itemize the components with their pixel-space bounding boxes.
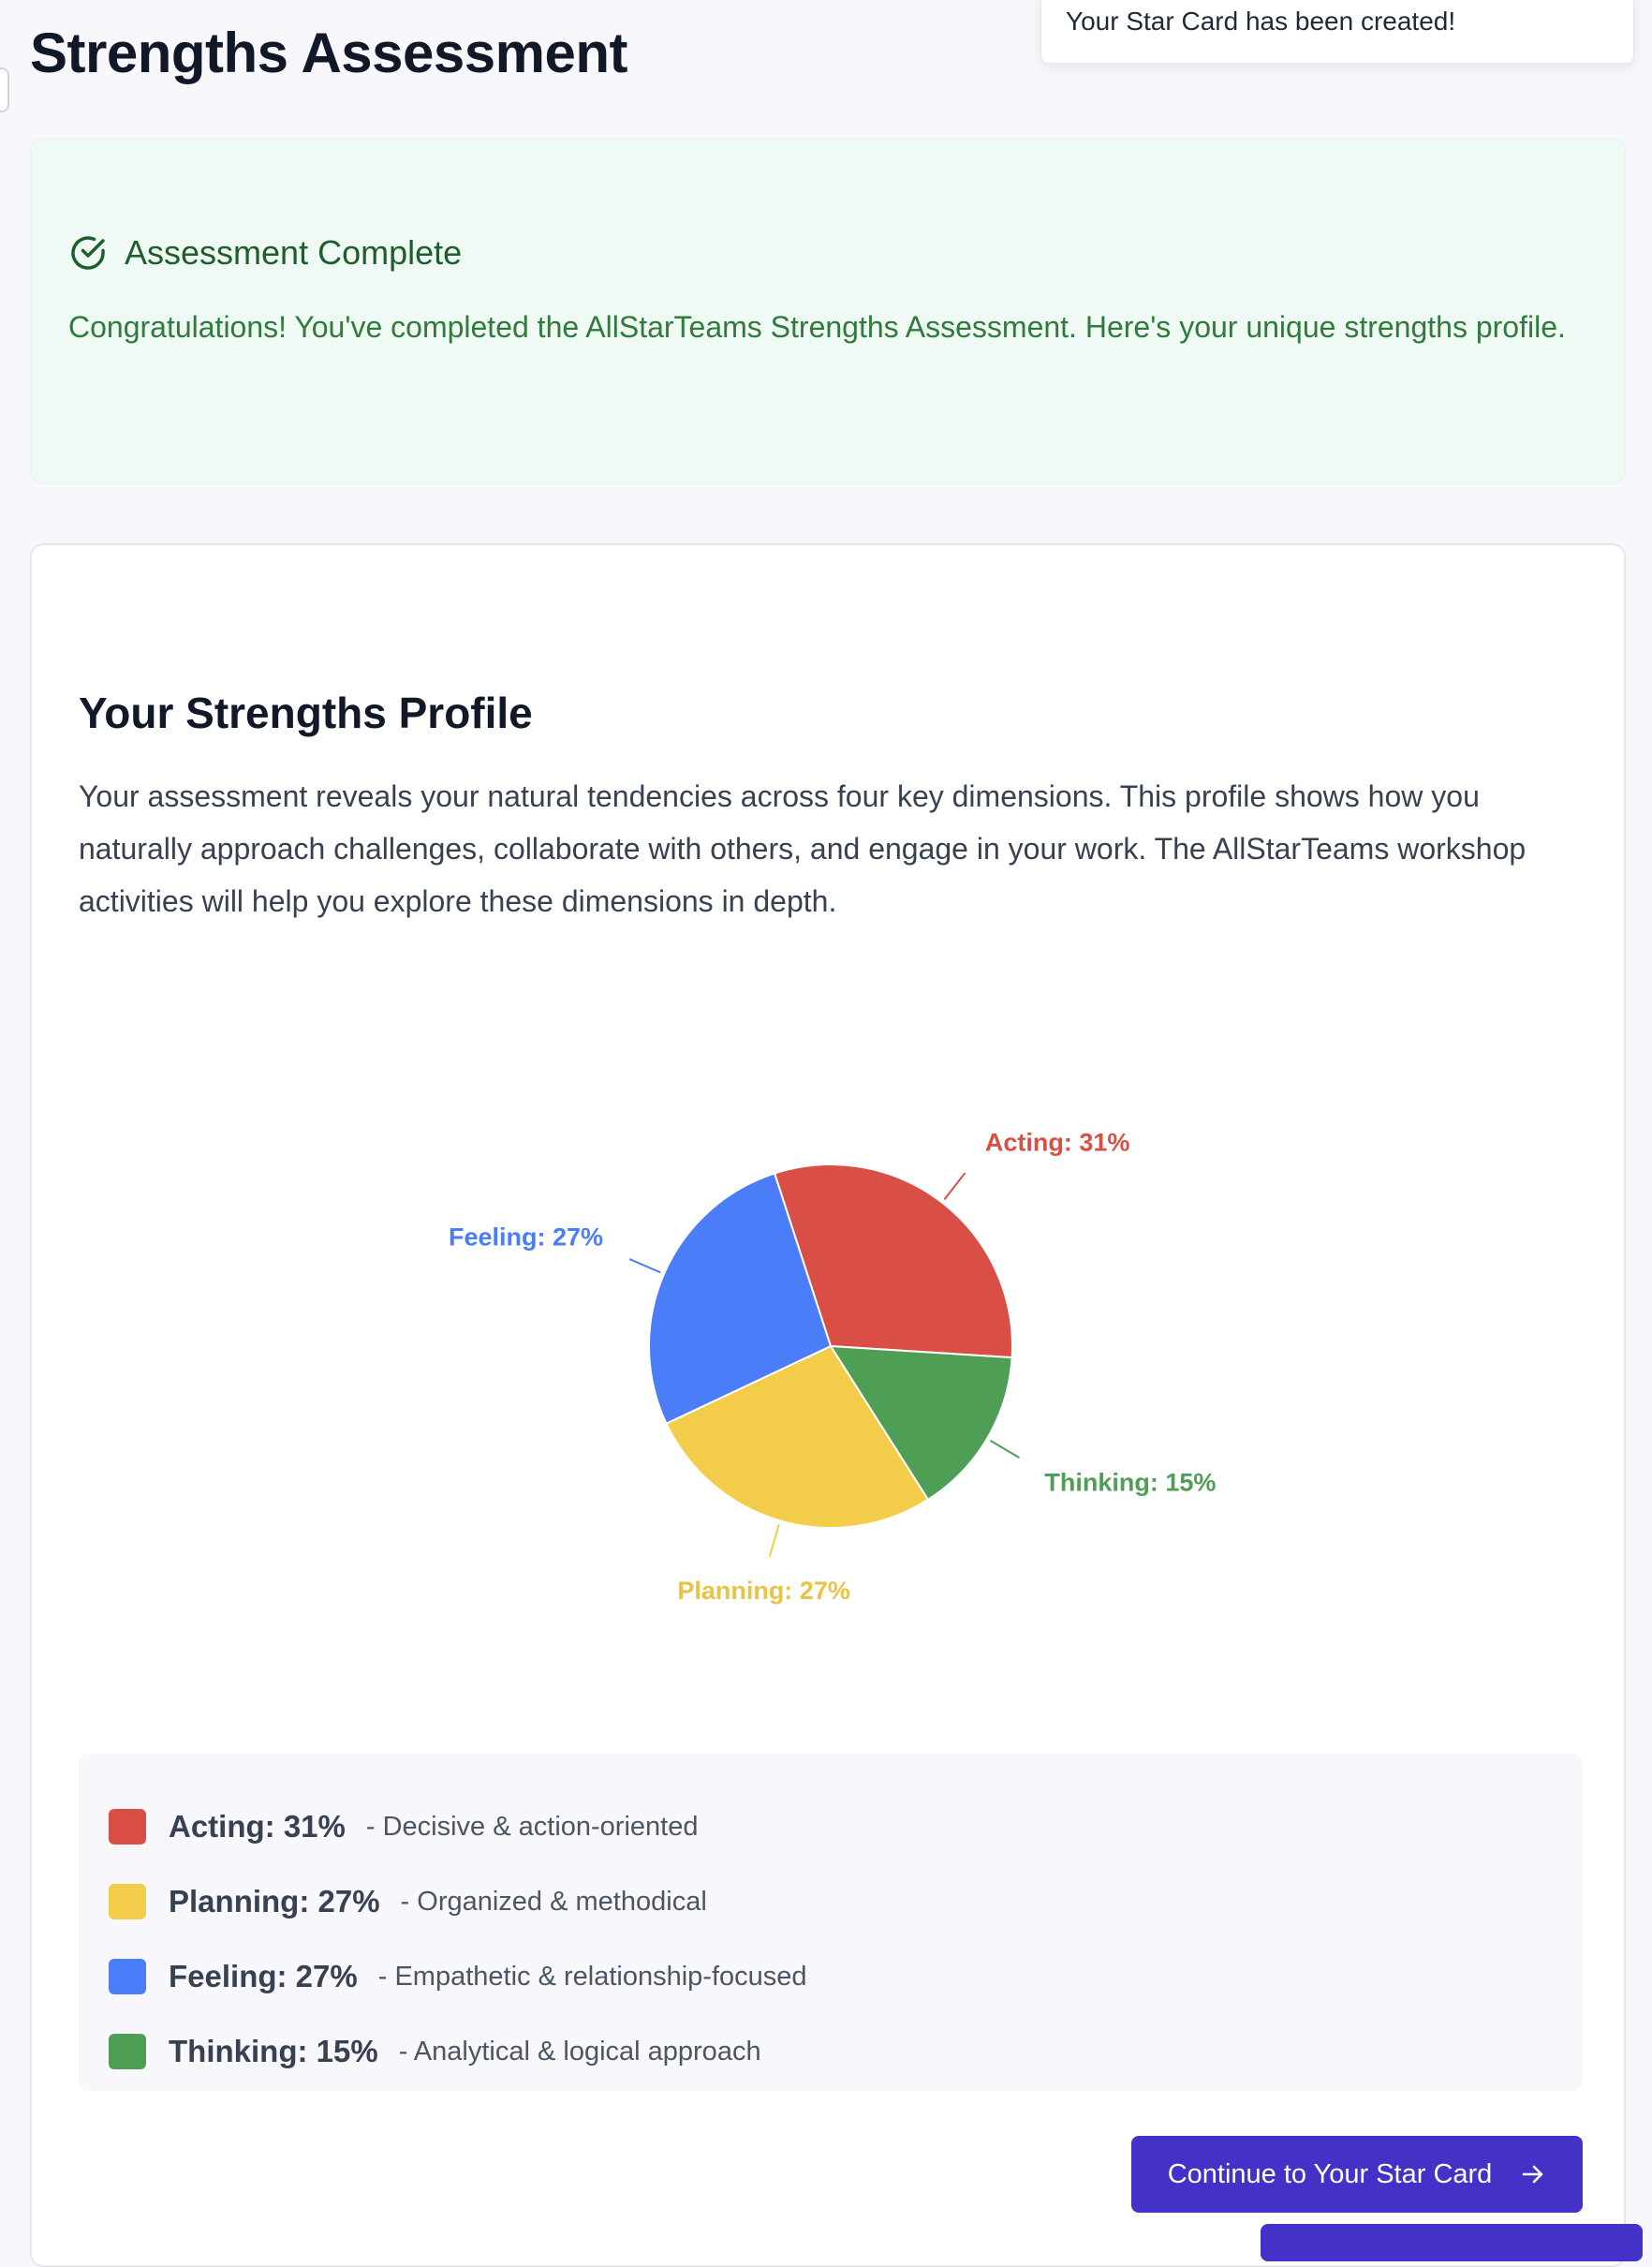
legend-label: Feeling: 27% (169, 1959, 358, 1993)
legend-swatch (109, 2034, 146, 2069)
assessment-complete-title: Assessment Complete (125, 233, 463, 272)
strengths-legend: Acting: 31% - Decisive & action-oriented… (79, 1754, 1583, 2091)
legend-item-thinking: Thinking: 15% - Analytical & logical app… (79, 2014, 1583, 2089)
legend-label: Acting: 31% (169, 1809, 346, 1844)
legend-item-planning: Planning: 27% - Organized & methodical (79, 1864, 1583, 1939)
toast-notification: Your Star Card has been created! (1040, 0, 1634, 64)
legend-label: Thinking: 15% (169, 2034, 378, 2068)
strengths-pie-chart: Acting: 31% Thinking: 15% Planning: 27% Fee… (449, 1129, 1216, 1605)
check-circle-icon (68, 233, 108, 273)
pie-leader-line-thinking (989, 1439, 1020, 1459)
pie-leader-line-acting (943, 1172, 966, 1201)
secondary-action-button[interactable] (1261, 2224, 1643, 2261)
legend-description: - Organized & methodical (400, 1886, 707, 1917)
arrow-right-icon (1520, 2161, 1546, 2187)
continue-to-star-card-button[interactable]: Continue to Your Star Card (1131, 2136, 1583, 2213)
sidebar-toggle-handle[interactable] (0, 67, 9, 112)
legend-item-acting: Acting: 31% - Decisive & action-oriented (79, 1789, 1583, 1864)
assessment-complete-header: Assessment Complete (68, 233, 462, 273)
pie-leader-line-feeling (628, 1258, 661, 1274)
continue-button-label: Continue to Your Star Card (1167, 2158, 1493, 2189)
assessment-complete-card: Assessment Complete Congratulations! You… (30, 139, 1626, 483)
assessment-complete-message: Congratulations! You've completed the Al… (68, 310, 1566, 344)
toast-message: Your Star Card has been created! (1066, 7, 1456, 36)
pie-leader-line-planning (768, 1523, 780, 1557)
pie-label-thinking: Thinking: 15% (1044, 1468, 1216, 1496)
strengths-profile-card: Your Strengths Profile Your assessment r… (30, 543, 1626, 2267)
page-title: Strengths Assessment (30, 22, 628, 84)
pie-label-acting: Acting: 31% (985, 1129, 1130, 1157)
legend-description: - Empathetic & relationship-focused (377, 1961, 807, 1992)
pie-label-feeling: Feeling: 27% (449, 1222, 603, 1251)
legend-swatch (109, 1959, 146, 1994)
legend-label: Planning: 27% (169, 1884, 380, 1919)
legend-description: - Decisive & action-oriented (365, 1811, 699, 1842)
legend-item-feeling: Feeling: 27% - Empathetic & relationship… (79, 1939, 1583, 2014)
legend-description: - Analytical & logical approach (398, 2036, 761, 2067)
legend-swatch (109, 1809, 146, 1845)
legend-swatch (109, 1884, 146, 1919)
pie-label-planning: Planning: 27% (677, 1577, 850, 1605)
